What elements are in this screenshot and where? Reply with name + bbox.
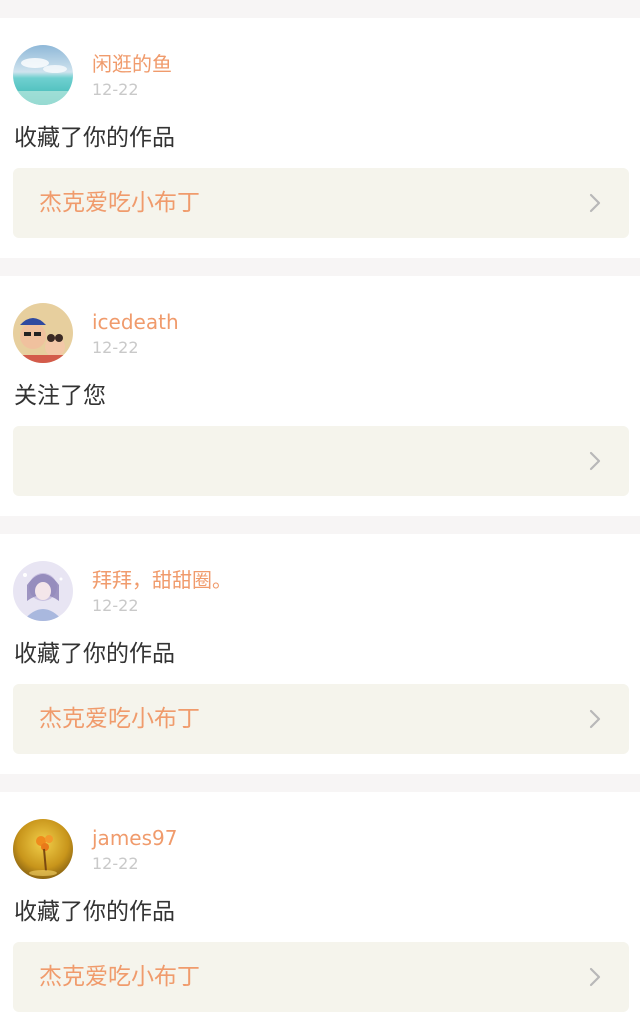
notification-item: icedeath 12-22 关注了您 [0, 276, 640, 516]
user-avatar[interactable] [13, 303, 73, 363]
timestamp: 12-22 [92, 596, 139, 615]
user-avatar[interactable] [13, 45, 73, 105]
work-link-card[interactable]: 杰克爱吃小布丁 [13, 168, 629, 238]
username[interactable]: 闲逛的鱼 [92, 52, 172, 76]
work-title: 杰克爱吃小布丁 [39, 190, 200, 216]
activity-text: 收藏了你的作品 [14, 899, 175, 925]
chevron-right-icon [589, 451, 601, 471]
activity-text: 收藏了你的作品 [14, 125, 175, 151]
timestamp: 12-22 [92, 338, 139, 357]
timestamp: 12-22 [92, 80, 139, 99]
activity-text: 关注了您 [14, 383, 106, 409]
avatar-beach-image [13, 45, 73, 105]
chevron-right-icon [589, 967, 601, 987]
section-divider [0, 774, 640, 792]
username[interactable]: james97 [92, 826, 177, 850]
section-divider [0, 516, 640, 534]
work-title: 杰克爱吃小布丁 [39, 706, 200, 732]
user-avatar[interactable] [13, 561, 73, 621]
notification-item: 闲逛的鱼 12-22 收藏了你的作品 杰克爱吃小布丁 [0, 18, 640, 258]
work-link-card[interactable]: 杰克爱吃小布丁 [13, 942, 629, 1012]
avatar-illustration-image [13, 561, 73, 621]
notification-feed: 闲逛的鱼 12-22 收藏了你的作品 杰克爱吃小布丁 icedeath 12-2… [0, 0, 640, 1032]
notification-item: 拜拜，甜甜圈。 12-22 收藏了你的作品 杰克爱吃小布丁 [0, 534, 640, 774]
user-avatar[interactable] [13, 819, 73, 879]
username[interactable]: icedeath [92, 310, 179, 334]
work-link-card[interactable] [13, 426, 629, 496]
section-divider [0, 0, 640, 18]
chevron-right-icon [589, 193, 601, 213]
chevron-right-icon [589, 709, 601, 729]
timestamp: 12-22 [92, 854, 139, 873]
username[interactable]: 拜拜，甜甜圈。 [92, 568, 232, 592]
work-title: 杰克爱吃小布丁 [39, 964, 200, 990]
activity-text: 收藏了你的作品 [14, 641, 175, 667]
avatar-people-image [13, 303, 73, 363]
avatar-flower-image [13, 819, 73, 879]
work-link-card[interactable]: 杰克爱吃小布丁 [13, 684, 629, 754]
notification-item: james97 12-22 收藏了你的作品 杰克爱吃小布丁 [0, 792, 640, 1032]
section-divider [0, 258, 640, 276]
